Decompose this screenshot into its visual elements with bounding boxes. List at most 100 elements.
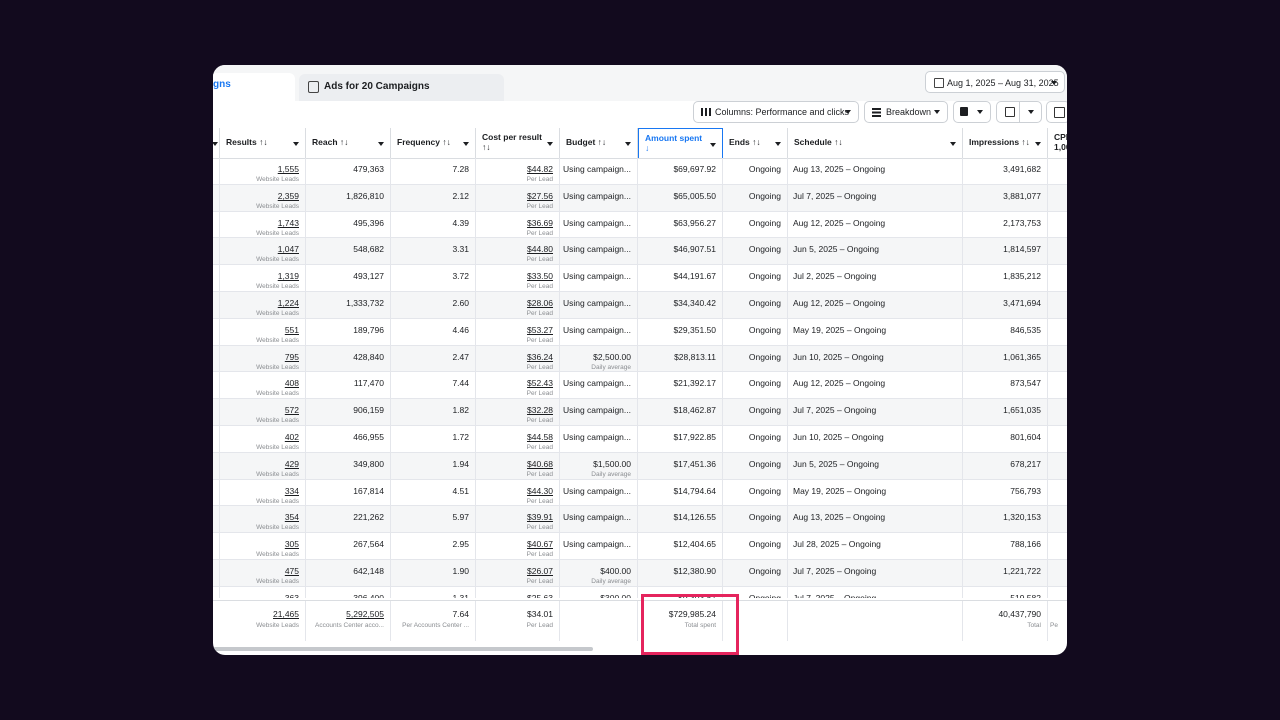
header-cost-per-result[interactable]: Cost per result ↑↓ xyxy=(476,128,560,158)
table-row[interactable]: 1,743 Website Leads 495,396 4.39 $36.69 Per L… xyxy=(213,211,1067,239)
results-value[interactable]: 354 xyxy=(285,512,299,522)
row-hidden-cell xyxy=(213,372,220,399)
date-range-picker[interactable]: Aug 1, 2025 – Aug 31, 2025 xyxy=(925,71,1065,93)
tab-campaigns[interactable]: gns xyxy=(213,73,295,101)
budget-value: $300.00 xyxy=(600,592,631,598)
cost-per-result-value[interactable]: $26.07 xyxy=(527,566,553,576)
table-row[interactable]: 354 Website Leads 221,262 5.97 $39.91 Per Lea… xyxy=(213,506,1067,534)
table-row[interactable]: 475 Website Leads 642,148 1.90 $26.07 Per Lea… xyxy=(213,560,1067,587)
cost-per-result-value[interactable]: $36.24 xyxy=(527,352,553,362)
cell-budget: Using campaign... xyxy=(560,184,638,211)
frequency-value: 1.94 xyxy=(452,458,469,469)
header-ends[interactable]: Ends ↑↓ xyxy=(723,128,788,158)
results-value[interactable]: 795 xyxy=(285,352,299,362)
results-value[interactable]: 475 xyxy=(285,566,299,576)
cost-per-result-sub: Per Lead xyxy=(526,551,553,559)
cell-frequency: 1.90 xyxy=(391,560,476,586)
cost-per-result-value[interactable]: $40.67 xyxy=(527,539,553,549)
budget-value: Using campaign... xyxy=(562,378,631,389)
results-value[interactable]: 1,319 xyxy=(278,271,299,281)
results-value[interactable]: 1,224 xyxy=(278,298,299,308)
results-value[interactable]: 402 xyxy=(285,432,299,442)
header-hidden-col[interactable] xyxy=(213,128,220,158)
cost-per-result-value[interactable]: $53.27 xyxy=(527,325,553,335)
cost-per-result-value[interactable]: $40.68 xyxy=(527,459,553,469)
cell-cost-per-result: $32.28 Per Lead xyxy=(476,399,560,425)
cost-per-result-value[interactable]: $39.91 xyxy=(527,512,553,522)
results-value[interactable]: 334 xyxy=(285,486,299,496)
total-reach-value[interactable]: 5,292,505 xyxy=(346,609,384,619)
columns-button[interactable]: Columns: Performance and clicks xyxy=(693,101,859,123)
cost-per-result-value[interactable]: $32.28 xyxy=(527,405,553,415)
results-value[interactable]: 429 xyxy=(285,459,299,469)
results-value[interactable]: 408 xyxy=(285,378,299,388)
cost-per-result-value[interactable]: $44.30 xyxy=(527,486,553,496)
results-value[interactable]: 1,047 xyxy=(278,244,299,254)
table-row[interactable]: 334 Website Leads 167,814 4.51 $44.30 Per Lea… xyxy=(213,479,1067,507)
header-amount-spent[interactable]: Amount spent ↓ xyxy=(638,128,723,158)
header-frequency[interactable]: Frequency ↑↓ xyxy=(391,128,476,158)
table-row[interactable]: 408 Website Leads 117,470 7.44 $52.43 Per Lea… xyxy=(213,372,1067,400)
cost-per-result-value[interactable]: $33.50 xyxy=(527,271,553,281)
horizontal-scrollbar[interactable] xyxy=(213,647,593,651)
table-row[interactable]: 572 Website Leads 906,159 1.82 $32.28 Per Lea… xyxy=(213,399,1067,426)
chevron-down-icon xyxy=(934,110,940,114)
results-value[interactable]: 363 xyxy=(285,593,299,598)
cell-frequency: 1.31 xyxy=(391,586,476,598)
cell-budget: $2,500.00 Daily average xyxy=(560,345,638,372)
breakdown-icon xyxy=(872,108,881,117)
cost-per-result-value[interactable]: $25.63 xyxy=(527,593,553,598)
frequency-value: 7.44 xyxy=(452,378,469,389)
results-value[interactable]: 1,555 xyxy=(278,164,299,174)
table-row[interactable]: 305 Website Leads 267,564 2.95 $40.67 Per Lea… xyxy=(213,533,1067,560)
results-value[interactable]: 305 xyxy=(285,539,299,549)
table-row[interactable]: 1,224 Website Leads 1,333,732 2.60 $28.06 Per… xyxy=(213,292,1067,319)
total-results-value[interactable]: 21,465 xyxy=(273,609,299,619)
header-cpm[interactable]: CPM1,00 xyxy=(1048,128,1067,158)
results-value[interactable]: 572 xyxy=(285,405,299,415)
table-row[interactable]: 551 Website Leads 189,796 4.46 $53.27 Per Lea… xyxy=(213,318,1067,346)
header-results[interactable]: Results ↑↓ xyxy=(220,128,306,158)
amount-spent-value: $34,340.42 xyxy=(673,298,716,308)
cost-per-result-value[interactable]: $44.80 xyxy=(527,244,553,254)
results-value[interactable]: 551 xyxy=(285,325,299,335)
ads-manager-panel: gns Ads for 20 Campaigns Aug 1, 2025 – A… xyxy=(213,65,1067,655)
header-schedule[interactable]: Schedule ↑↓ xyxy=(788,128,963,158)
results-value[interactable]: 2,359 xyxy=(278,191,299,201)
cost-per-result-value[interactable]: $36.69 xyxy=(527,218,553,228)
cell-schedule: Jul 7, 2025 – Ongoing xyxy=(788,560,963,586)
header-budget[interactable]: Budget ↑↓ xyxy=(560,128,638,158)
cost-per-result-value[interactable]: $44.58 xyxy=(527,432,553,442)
cell-budget: Using campaign... xyxy=(560,318,638,345)
cost-per-result-value[interactable]: $28.06 xyxy=(527,298,553,308)
results-value[interactable]: 1,743 xyxy=(278,218,299,228)
table-row[interactable]: 1,047 Website Leads 548,682 3.31 $44.80 Per L… xyxy=(213,238,1067,266)
cost-per-result-value[interactable]: $27.56 xyxy=(527,191,553,201)
budget-sub: Daily average xyxy=(591,363,631,371)
tab-ads[interactable]: Ads for 20 Campaigns xyxy=(299,74,504,101)
tab-bar: gns Ads for 20 Campaigns Aug 1, 2025 – A… xyxy=(213,65,1067,101)
breakdown-button[interactable]: Breakdown xyxy=(864,101,948,123)
charts-button[interactable] xyxy=(1046,101,1067,123)
export-button[interactable] xyxy=(996,101,1042,123)
table-row[interactable]: 1,319 Website Leads 493,127 3.72 $33.50 Per L… xyxy=(213,265,1067,292)
reports-button[interactable] xyxy=(953,101,991,123)
cell-ends: Ongoing xyxy=(723,452,788,479)
results-sub: Website Leads xyxy=(256,283,299,291)
cell-impressions: 788,166 xyxy=(963,533,1048,559)
cell-cost-per-result: $53.27 Per Lead xyxy=(476,318,560,345)
table-row[interactable]: 795 Website Leads 428,840 2.47 $36.24 Per Lea… xyxy=(213,345,1067,373)
table-row[interactable]: 363 396,400 1.31 $25.63 $300.00 $9,303.87 Ongo… xyxy=(213,586,1067,598)
cost-per-result-value[interactable]: $44.82 xyxy=(527,164,553,174)
highlight-box xyxy=(641,594,739,655)
table-row[interactable]: 2,359 Website Leads 1,826,810 2.12 $27.56 Per… xyxy=(213,184,1067,212)
cell-impressions: 1,651,035 xyxy=(963,399,1048,425)
table-row[interactable]: 1,555 Website Leads 479,363 7.28 $44.82 Per L… xyxy=(213,158,1067,185)
table-row[interactable]: 429 Website Leads 349,800 1.94 $40.68 Per Lea… xyxy=(213,452,1067,480)
cost-per-result-value[interactable]: $52.43 xyxy=(527,378,553,388)
header-reach[interactable]: Reach ↑↓ xyxy=(306,128,391,158)
table-row[interactable]: 402 Website Leads 466,955 1.72 $44.58 Per Lea… xyxy=(213,426,1067,453)
report-icon xyxy=(960,107,968,116)
header-impressions[interactable]: Impressions ↑↓ xyxy=(963,128,1048,158)
impressions-value: 801,604 xyxy=(1010,432,1041,442)
